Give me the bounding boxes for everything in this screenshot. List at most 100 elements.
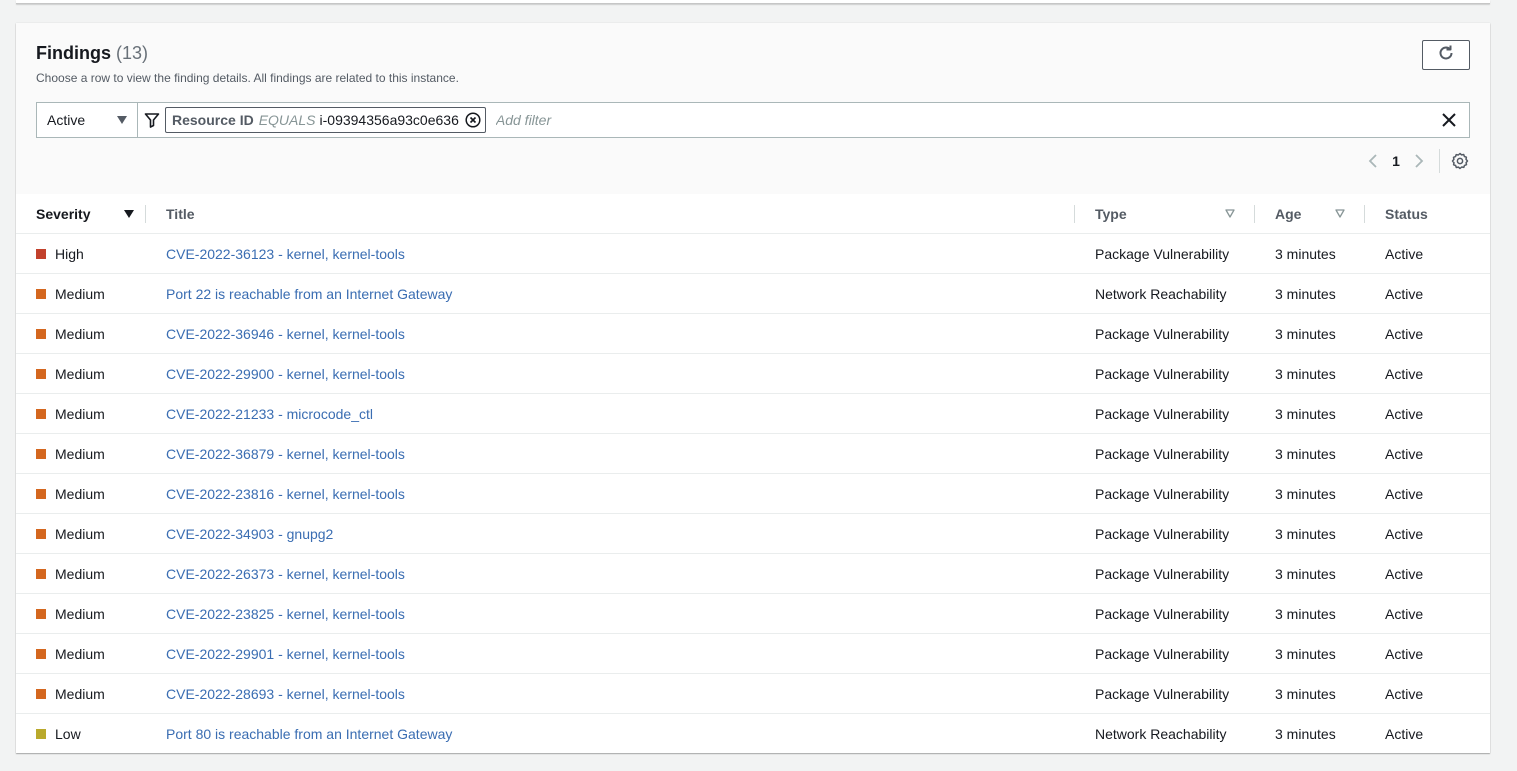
remove-circle-icon[interactable] xyxy=(465,112,481,128)
age-cell: 3 minutes xyxy=(1255,433,1365,474)
title-cell: CVE-2022-23816 - kernel, kernel-tools xyxy=(146,473,1075,514)
table-row[interactable]: Medium CVE-2022-36879 - kernel, kernel-to… xyxy=(16,433,1490,474)
finding-title-link[interactable]: CVE-2022-23816 - kernel, kernel-tools xyxy=(166,486,405,502)
column-header-severity[interactable]: Severity xyxy=(16,194,146,234)
gear-icon[interactable] xyxy=(1450,151,1470,171)
finding-title-link[interactable]: CVE-2022-36879 - kernel, kernel-tools xyxy=(166,446,405,462)
severity-cell: Medium xyxy=(16,553,146,594)
column-header-label: Status xyxy=(1385,205,1428,222)
table-row[interactable]: Low Port 80 is reachable from an Internet… xyxy=(16,714,1490,754)
title-cell: CVE-2022-36946 - kernel, kernel-tools xyxy=(146,313,1075,354)
chevron-left-icon[interactable] xyxy=(1363,151,1383,171)
severity-cell: High xyxy=(16,233,146,274)
table-row[interactable]: Medium CVE-2022-29901 - kernel, kernel-to… xyxy=(16,633,1490,674)
finding-title-link[interactable]: Port 80 is reachable from an Internet Ga… xyxy=(166,726,452,742)
finding-title-link[interactable]: Port 22 is reachable from an Internet Ga… xyxy=(166,286,452,302)
title-cell: CVE-2022-26373 - kernel, kernel-tools xyxy=(146,553,1075,594)
column-header-label: Title xyxy=(166,205,195,222)
finding-title-link[interactable]: CVE-2022-29901 - kernel, kernel-tools xyxy=(166,646,405,662)
type-cell: Package Vulnerability xyxy=(1075,393,1255,434)
column-header-status[interactable]: Status xyxy=(1365,194,1490,234)
table-row[interactable]: Medium CVE-2022-21233 - microcode_ctl Pack… xyxy=(16,393,1490,434)
type-cell: Package Vulnerability xyxy=(1075,313,1255,354)
filter-token[interactable]: Resource ID EQUALS i-09394356a93c0e636 xyxy=(165,107,486,133)
status-select-value: Active xyxy=(47,112,86,128)
severity-label: Medium xyxy=(55,445,105,462)
refresh-button[interactable] xyxy=(1422,40,1470,70)
age-cell: 3 minutes xyxy=(1255,593,1365,634)
severity-indicator-icon xyxy=(36,328,46,339)
type-cell: Package Vulnerability xyxy=(1075,593,1255,634)
type-cell: Package Vulnerability xyxy=(1075,433,1255,474)
title-cell: CVE-2022-29901 - kernel, kernel-tools xyxy=(146,633,1075,674)
finding-title-link[interactable]: CVE-2022-21233 - microcode_ctl xyxy=(166,406,373,422)
column-header-age[interactable]: Age xyxy=(1255,194,1365,234)
table-row[interactable]: Medium CVE-2022-36946 - kernel, kernel-to… xyxy=(16,313,1490,354)
table-row[interactable]: High CVE-2022-36123 - kernel, kernel-tool… xyxy=(16,233,1490,274)
sortable-icon xyxy=(1335,209,1345,218)
table-row[interactable]: Medium CVE-2022-23825 - kernel, kernel-to… xyxy=(16,593,1490,634)
table-row[interactable]: Medium Port 22 is reachable from an Inter… xyxy=(16,273,1490,314)
severity-indicator-icon xyxy=(36,408,46,419)
severity-label: Medium xyxy=(55,605,105,622)
sortable-icon xyxy=(1225,209,1235,218)
add-filter-input[interactable] xyxy=(493,111,1439,129)
table-row[interactable]: Medium CVE-2022-28693 - kernel, kernel-to… xyxy=(16,673,1490,714)
table-row[interactable]: Medium CVE-2022-23816 - kernel, kernel-to… xyxy=(16,473,1490,514)
severity-cell: Low xyxy=(16,714,146,754)
table-row[interactable]: Medium CVE-2022-29900 - kernel, kernel-to… xyxy=(16,353,1490,394)
sort-descending-icon xyxy=(124,209,134,218)
status-cell: Active xyxy=(1365,513,1490,554)
age-cell: 3 minutes xyxy=(1275,725,1336,742)
severity-label: Medium xyxy=(55,485,105,502)
severity-indicator-icon xyxy=(36,448,46,459)
title-cell: CVE-2022-28693 - kernel, kernel-tools xyxy=(146,673,1075,714)
finding-title-link[interactable]: CVE-2022-36123 - kernel, kernel-tools xyxy=(166,246,405,262)
finding-title-link[interactable]: CVE-2022-34903 - gnupg2 xyxy=(166,526,333,542)
funnel-icon xyxy=(144,112,160,128)
finding-title-link[interactable]: CVE-2022-28693 - kernel, kernel-tools xyxy=(166,686,405,702)
finding-title-link[interactable]: CVE-2022-29900 - kernel, kernel-tools xyxy=(166,366,405,382)
finding-title-link[interactable]: CVE-2022-26373 - kernel, kernel-tools xyxy=(166,566,405,582)
status-select[interactable]: Active xyxy=(37,103,138,137)
table-row[interactable]: Medium CVE-2022-34903 - gnupg2 Package Vul… xyxy=(16,513,1490,554)
title-cell: CVE-2022-21233 - microcode_ctl xyxy=(146,393,1075,434)
severity-cell: Medium xyxy=(16,633,146,674)
title-cell: CVE-2022-36879 - kernel, kernel-tools xyxy=(146,433,1075,474)
table-row[interactable]: Medium CVE-2022-26373 - kernel, kernel-to… xyxy=(16,553,1490,594)
panel-title: Findings (13) xyxy=(36,43,148,64)
status-cell: Active xyxy=(1365,473,1490,514)
severity-label: Medium xyxy=(55,405,105,422)
table-header-row: Severity Title Type Age Status xyxy=(16,194,1490,234)
column-header-title[interactable]: Title xyxy=(146,194,1075,234)
column-header-label: Severity xyxy=(36,205,91,222)
pagination: 1 xyxy=(1363,149,1470,173)
severity-indicator-icon xyxy=(36,528,46,539)
age-cell: 3 minutes xyxy=(1255,473,1365,514)
age-cell: 3 minutes xyxy=(1255,313,1365,354)
findings-table-body: High CVE-2022-36123 - kernel, kernel-tool… xyxy=(16,233,1490,754)
severity-indicator-icon xyxy=(36,248,46,259)
type-cell: Package Vulnerability xyxy=(1075,673,1255,714)
severity-indicator-icon xyxy=(36,288,46,299)
chevron-right-icon[interactable] xyxy=(1409,151,1429,171)
severity-label: Medium xyxy=(55,525,105,542)
age-cell: 3 minutes xyxy=(1255,633,1365,674)
token-value: i-09394356a93c0e636 xyxy=(319,112,459,128)
age-cell: 3 minutes xyxy=(1255,673,1365,714)
severity-indicator-icon xyxy=(36,688,46,699)
age-cell: 3 minutes xyxy=(1255,273,1365,314)
column-header-type[interactable]: Type xyxy=(1075,194,1255,234)
severity-cell: Medium xyxy=(16,273,146,314)
severity-label: Medium xyxy=(55,565,105,582)
severity-cell: Medium xyxy=(16,353,146,394)
findings-panel: Findings (13) Choose a row to view the f… xyxy=(16,23,1490,753)
title-cell: Port 22 is reachable from an Internet Ga… xyxy=(146,273,1075,314)
page-number[interactable]: 1 xyxy=(1383,153,1409,169)
severity-label: Medium xyxy=(55,685,105,702)
finding-title-link[interactable]: CVE-2022-36946 - kernel, kernel-tools xyxy=(166,326,405,342)
severity-indicator-icon xyxy=(36,568,46,579)
close-icon[interactable] xyxy=(1439,110,1459,130)
token-operator: EQUALS xyxy=(258,112,316,128)
finding-title-link[interactable]: CVE-2022-23825 - kernel, kernel-tools xyxy=(166,606,405,622)
